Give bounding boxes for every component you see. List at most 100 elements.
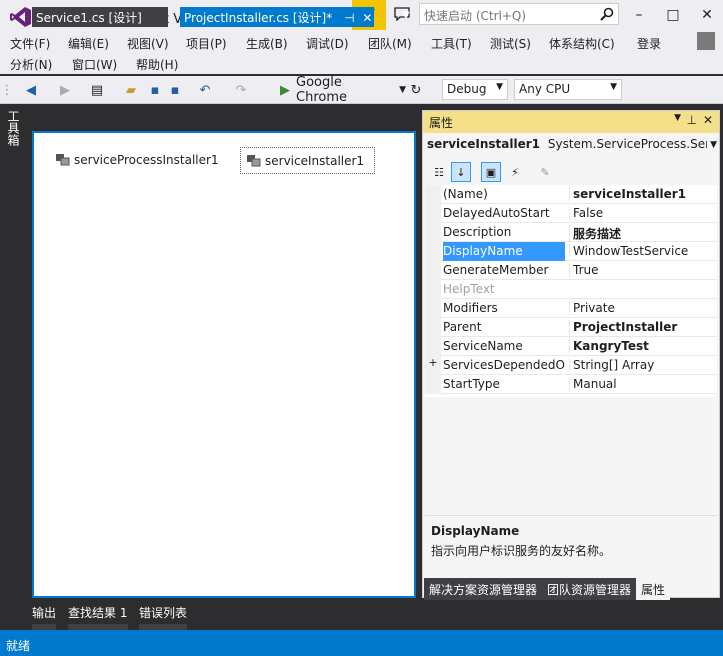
- property-row[interactable]: ServiceName KangryTest: [425, 337, 717, 356]
- component-service-installer[interactable]: serviceInstaller1: [240, 147, 375, 174]
- property-name: StartType: [443, 377, 500, 391]
- expand-toggle[interactable]: +: [425, 356, 441, 375]
- menu-team[interactable]: 团队(M): [368, 35, 412, 52]
- tab-team-explorer[interactable]: 团队资源管理器: [542, 578, 637, 600]
- menu-architecture[interactable]: 体系结构(C): [549, 35, 615, 52]
- close-button[interactable]: ✕: [692, 4, 722, 26]
- tab-output[interactable]: 输出: [32, 604, 56, 621]
- platform-select[interactable]: Any CPU ▼: [514, 79, 622, 100]
- menu-file[interactable]: 文件(F): [10, 35, 50, 52]
- tab-properties[interactable]: 属性: [636, 578, 671, 600]
- redo-icon: ↷: [235, 82, 247, 98]
- property-value[interactable]: KangryTest: [569, 339, 715, 353]
- property-value[interactable]: False: [569, 206, 715, 220]
- tab-error-list[interactable]: 错误列表: [139, 604, 187, 621]
- property-value[interactable]: ProjectInstaller: [569, 320, 715, 334]
- new-project-button[interactable]: ▤: [88, 80, 106, 100]
- property-row[interactable]: (Name) serviceInstaller1: [425, 185, 717, 204]
- component-icon: [56, 154, 70, 166]
- menu-bar: 文件(F) 编辑(E) 视图(V) 项目(P) 生成(B) 调试(D) 团队(M…: [0, 32, 723, 74]
- component-service-process-installer[interactable]: serviceProcessInstaller1: [56, 153, 219, 167]
- object-type: System.ServiceProcess.ServiceInstaller: [547, 137, 717, 151]
- property-value[interactable]: True: [569, 263, 715, 277]
- minimize-button[interactable]: –: [624, 4, 654, 26]
- menu-help[interactable]: 帮助(H): [136, 56, 178, 73]
- property-value[interactable]: Manual: [569, 377, 715, 391]
- tab-find-results[interactable]: 查找结果 1: [68, 604, 127, 621]
- redo-button[interactable]: ↷: [232, 80, 250, 100]
- refresh-icon: ↻: [410, 82, 422, 98]
- navigate-forward-button[interactable]: ▶: [56, 80, 74, 100]
- pin-icon[interactable]: ⊥: [687, 113, 697, 127]
- document-tab-bar: [26, 104, 420, 130]
- description-text: 指示向用户标识服务的友好名称。: [431, 544, 612, 558]
- property-value[interactable]: serviceInstaller1: [569, 187, 715, 201]
- browser-select[interactable]: Google Chrome ▼: [296, 75, 406, 105]
- lightning-icon: ⚡: [511, 165, 519, 179]
- menu-window[interactable]: 窗口(W): [72, 56, 117, 73]
- tab-projectinstaller-design[interactable]: ProjectInstaller.cs [设计]* ⊣ ✕: [180, 7, 374, 27]
- close-tab-icon[interactable]: ✕: [362, 11, 372, 25]
- save-icon: ▪: [150, 82, 160, 98]
- menu-sign-in[interactable]: 登录: [637, 35, 661, 52]
- property-value[interactable]: Private: [569, 301, 715, 315]
- property-value[interactable]: String[] Array: [569, 358, 715, 372]
- menu-test[interactable]: 测试(S): [490, 35, 531, 52]
- chevron-down-icon: ▼: [402, 10, 410, 21]
- refresh-button[interactable]: ↻: [408, 80, 424, 100]
- toolbox-tab[interactable]: 工具箱: [6, 110, 22, 146]
- property-row[interactable]: StartType Manual: [425, 375, 717, 394]
- user-account-icon[interactable]: [697, 32, 715, 50]
- new-project-icon: ▤: [90, 82, 104, 98]
- tab-overflow-dropdown[interactable]: ▼: [402, 10, 410, 21]
- save-button[interactable]: ▪: [146, 80, 164, 100]
- close-icon[interactable]: ✕: [703, 113, 713, 127]
- properties-view-button[interactable]: ▣: [481, 162, 501, 182]
- navigate-back-button[interactable]: ◀: [22, 80, 40, 100]
- property-row[interactable]: GenerateMember True: [425, 261, 717, 280]
- alphabetical-button[interactable]: ↓: [451, 162, 471, 182]
- property-row[interactable]: Modifiers Private: [425, 299, 717, 318]
- categorized-button[interactable]: ☷: [429, 162, 449, 182]
- property-value-input[interactable]: WindowTestService: [569, 244, 715, 258]
- open-file-button[interactable]: ▰: [122, 80, 140, 100]
- events-button[interactable]: ⚡: [505, 162, 525, 182]
- quick-launch-input[interactable]: 快速启动 (Ctrl+Q): [419, 3, 619, 25]
- chevron-down-icon: ▼: [610, 82, 617, 92]
- property-pages-button[interactable]: ✎: [535, 162, 555, 182]
- tab-solution-explorer[interactable]: 解决方案资源管理器: [424, 578, 543, 600]
- design-surface[interactable]: serviceProcessInstaller1 serviceInstalle…: [32, 131, 416, 598]
- property-row[interactable]: + ServicesDependedOn String[] Array: [425, 356, 717, 375]
- menu-tools[interactable]: 工具(T): [431, 35, 472, 52]
- property-row-selected[interactable]: DisplayName WindowTestService: [425, 242, 717, 261]
- toolbar-grip-icon: ⋮: [0, 82, 14, 98]
- pin-icon[interactable]: ⊣: [344, 11, 354, 25]
- properties-title: 属性: [429, 116, 454, 130]
- menu-debug[interactable]: 调试(D): [306, 35, 349, 52]
- property-name: Parent: [443, 320, 482, 334]
- menu-edit[interactable]: 编辑(E): [68, 35, 109, 52]
- configuration-select[interactable]: Debug ▼: [442, 79, 508, 100]
- property-row[interactable]: HelpText: [425, 280, 717, 299]
- property-row[interactable]: Description 服务描述: [425, 223, 717, 242]
- menu-view[interactable]: 视图(V): [127, 35, 169, 52]
- property-name: (Name): [443, 187, 488, 201]
- save-all-button[interactable]: ▪: [166, 80, 184, 100]
- property-name: GenerateMember: [443, 263, 549, 277]
- property-row[interactable]: Parent ProjectInstaller: [425, 318, 717, 337]
- search-icon: [600, 7, 614, 21]
- menu-project[interactable]: 项目(P): [186, 35, 227, 52]
- chevron-down-icon: ▼: [399, 85, 406, 95]
- property-value[interactable]: 服务描述: [569, 225, 715, 242]
- menu-build[interactable]: 生成(B): [246, 35, 288, 52]
- maximize-button[interactable]: □: [658, 4, 688, 26]
- close-icon: ✕: [701, 7, 713, 23]
- undo-button[interactable]: ↶: [196, 80, 214, 100]
- start-debugging-button[interactable]: ▶: [278, 80, 292, 100]
- menu-analyze[interactable]: 分析(N): [10, 56, 52, 73]
- tab-service1-design[interactable]: Service1.cs [设计]: [32, 7, 168, 27]
- property-row[interactable]: DelayedAutoStart False: [425, 204, 717, 223]
- visual-studio-logo-icon: [10, 7, 31, 27]
- object-selector[interactable]: serviceInstaller1 System.ServiceProcess.…: [427, 137, 717, 157]
- window-menu-dropdown[interactable]: ▼: [674, 113, 681, 123]
